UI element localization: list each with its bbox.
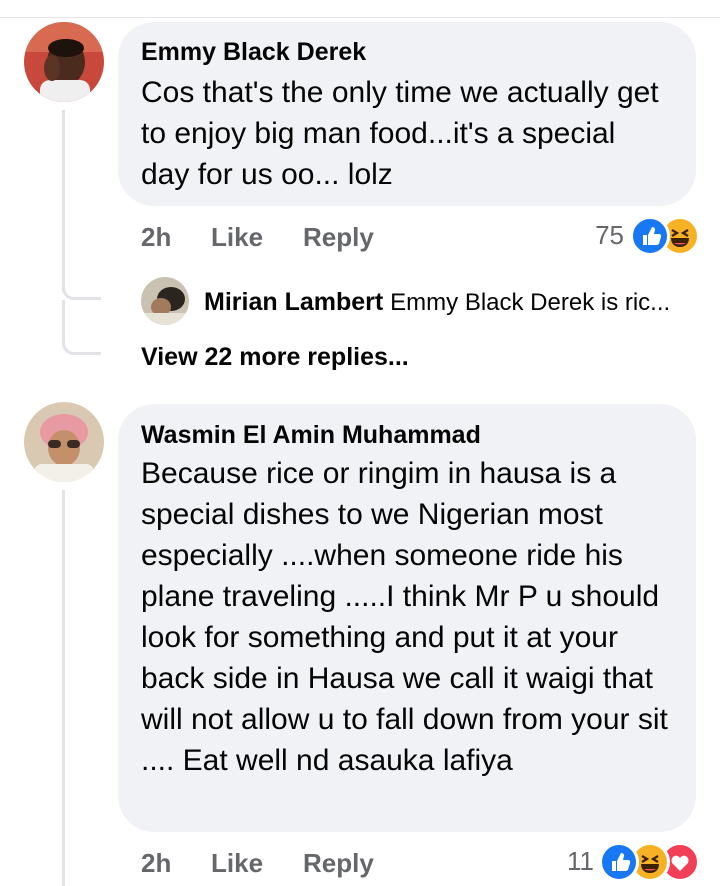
like-icon[interactable] <box>630 216 670 256</box>
reply-text: Emmy Black Derek is ric... <box>390 289 671 316</box>
comment-author[interactable]: Emmy Black Derek <box>141 38 366 67</box>
avatar[interactable] <box>24 22 104 102</box>
reply-connector <box>62 255 101 300</box>
view-more-replies[interactable]: View 22 more replies... <box>141 343 409 372</box>
comment-time[interactable]: 2h <box>141 222 171 253</box>
avatar-photo <box>24 22 104 102</box>
reply-button[interactable]: Reply <box>303 848 374 879</box>
like-button[interactable]: Like <box>211 222 263 253</box>
thread-line <box>62 490 65 886</box>
comment-text: Cos that's the only time we actually get… <box>141 76 659 191</box>
view-more-connector <box>62 300 101 355</box>
comment-author[interactable]: Wasmin El Amin Muhammad <box>141 421 481 450</box>
reply-preview[interactable]: Mirian Lambert Emmy Black Derek is ric..… <box>204 288 670 317</box>
like-button[interactable]: Like <box>211 848 263 879</box>
reaction-count[interactable]: 11 <box>550 846 594 877</box>
reaction-count[interactable]: 75 <box>580 220 624 251</box>
avatar[interactable] <box>141 277 189 325</box>
top-divider <box>0 17 720 18</box>
like-icon[interactable] <box>599 842 639 882</box>
avatar-photo <box>24 402 104 482</box>
comment-time[interactable]: 2h <box>141 848 171 879</box>
avatar-photo <box>141 277 189 325</box>
reply-author[interactable]: Mirian Lambert <box>204 288 383 316</box>
avatar[interactable] <box>24 402 104 482</box>
reply-button[interactable]: Reply <box>303 222 374 253</box>
comment-text: Because rice or ringim in hausa is a spe… <box>141 457 668 777</box>
